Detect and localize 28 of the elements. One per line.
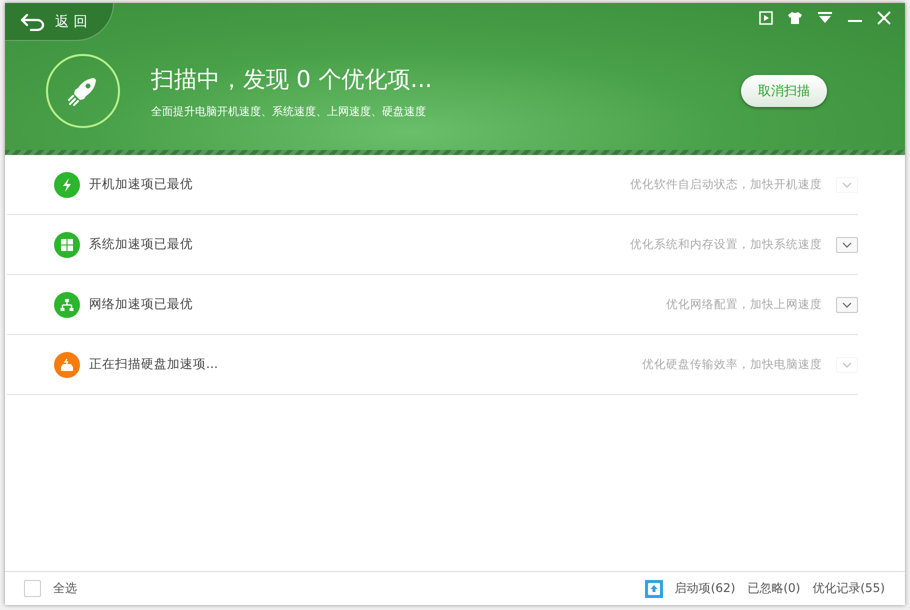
footer-link[interactable]: 优化记录(55) bbox=[812, 580, 885, 597]
scan-subtitle: 全面提升电脑开机速度、系统速度、上网速度、硬盘速度 bbox=[151, 104, 427, 118]
item-label: 正在扫描硬盘加速项... bbox=[89, 356, 218, 373]
shirt-icon[interactable] bbox=[787, 11, 803, 25]
item-label: 开机加速项已最优 bbox=[89, 176, 193, 193]
item-label: 网络加速项已最优 bbox=[89, 296, 193, 313]
chevron-icon bbox=[842, 242, 852, 248]
expand-button[interactable] bbox=[836, 236, 858, 252]
select-all-checkbox[interactable] bbox=[24, 580, 41, 597]
chevron-icon bbox=[842, 362, 852, 368]
back-button[interactable]: 返 回 bbox=[5, 3, 114, 41]
item-label: 系统加速项已最优 bbox=[89, 236, 193, 253]
item-description: 优化软件自启动状态，加快开机速度 bbox=[630, 177, 822, 192]
chevron-icon bbox=[842, 302, 852, 308]
footer-link[interactable]: 启动项(62) bbox=[674, 580, 736, 597]
chevron-icon bbox=[842, 182, 852, 188]
upload-icon[interactable] bbox=[644, 580, 663, 598]
item-description: 优化系统和内存设置，加快系统速度 bbox=[630, 237, 822, 252]
item-description: 优化硬盘传输效率，加快电脑速度 bbox=[642, 357, 822, 372]
close-icon[interactable] bbox=[877, 11, 891, 25]
dropdown-menu-icon[interactable] bbox=[817, 11, 833, 25]
video-icon[interactable] bbox=[759, 11, 773, 25]
footer-link[interactable]: 已忽略(0) bbox=[747, 580, 800, 597]
back-arrow-icon bbox=[19, 12, 45, 30]
scan-status-title: 扫描中，发现 0 个优化项... bbox=[151, 66, 434, 94]
expand-button[interactable] bbox=[836, 296, 858, 312]
item-description: 优化网络配置，加快上网速度 bbox=[666, 297, 822, 312]
select-all-label: 全选 bbox=[53, 580, 77, 597]
